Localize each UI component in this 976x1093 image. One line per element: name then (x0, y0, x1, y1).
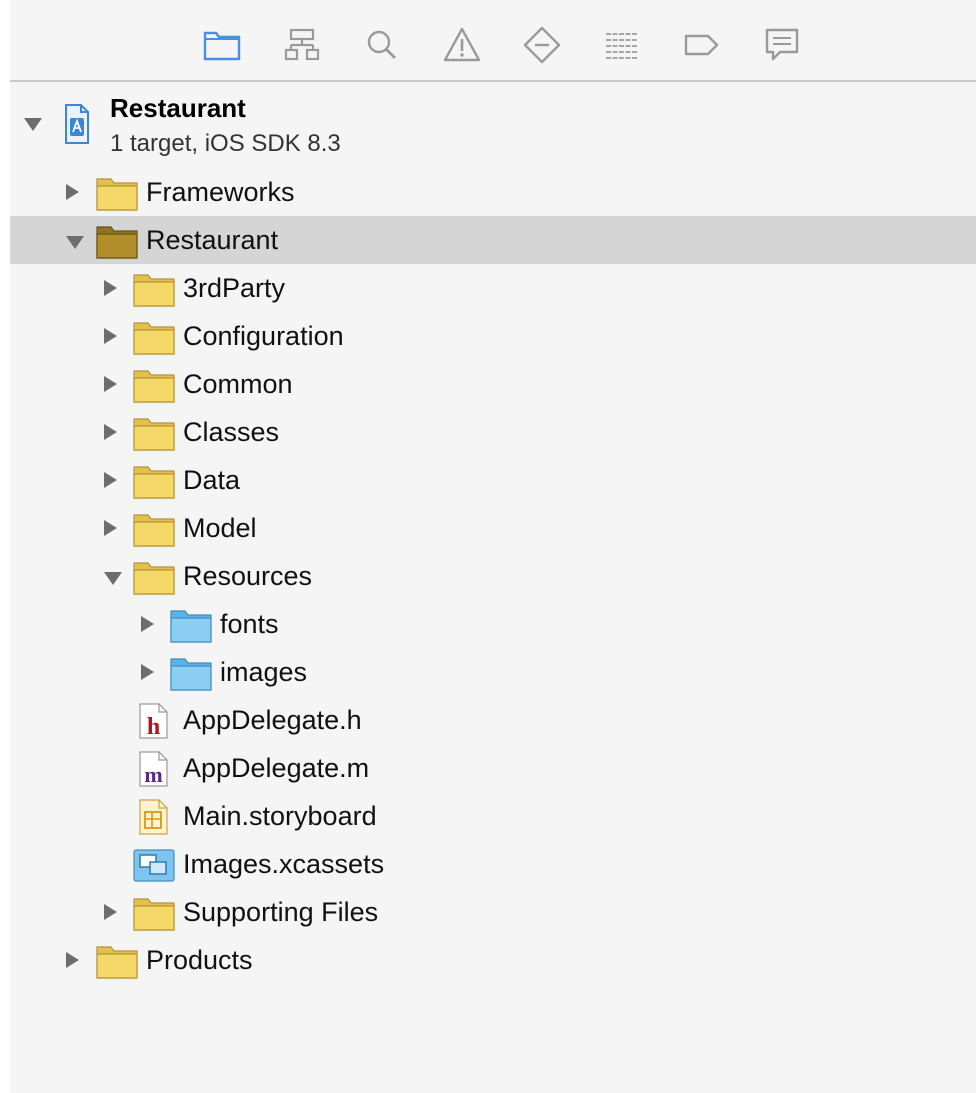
disclosure-closed-icon[interactable] (104, 424, 117, 440)
disclosure-closed-icon[interactable] (104, 280, 117, 296)
tree-row-images-xcassets[interactable]: Images.xcassets (10, 840, 976, 888)
tree-row-fonts[interactable]: fonts (10, 600, 976, 648)
svg-text:m: m (144, 762, 162, 787)
tree-item-label: Common (183, 369, 293, 399)
tree-row-model[interactable]: Model (10, 504, 976, 552)
issue-navigator-button[interactable] (440, 25, 484, 65)
test-navigator-button[interactable] (520, 25, 564, 65)
tree-item-label: 3rdParty (183, 273, 286, 303)
header-file-icon: h (133, 703, 175, 739)
folder-icon (203, 31, 241, 61)
yellow-folder-icon (133, 271, 175, 307)
disclosure-closed-icon[interactable] (141, 616, 154, 632)
xcode-project-icon (62, 102, 92, 146)
disclosure-closed-icon[interactable] (104, 376, 117, 392)
tree-item-label: Resources (183, 561, 313, 591)
yellow-folder-icon (133, 511, 175, 547)
yellow-folder-icon (133, 895, 175, 931)
tree-row-appdelegate-h[interactable]: h AppDelegate.h (10, 696, 976, 744)
disclosure-closed-icon[interactable] (66, 184, 79, 200)
tree-row-frameworks[interactable]: Frameworks (10, 168, 976, 216)
yellow-folder-icon (133, 463, 175, 499)
navigator-selector-bar (10, 0, 976, 82)
tree-item-label: Main.storyboard (183, 801, 377, 831)
disclosure-open-icon[interactable] (104, 572, 122, 585)
tree-item-label: Classes (183, 417, 280, 447)
tree-item-label: Data (183, 465, 241, 495)
yellow-folder-icon (96, 943, 138, 979)
tree-item-label: Images.xcassets (183, 849, 385, 879)
disclosure-closed-icon[interactable] (104, 472, 117, 488)
disclosure-closed-icon[interactable] (141, 664, 154, 680)
warning-icon (443, 27, 481, 62)
tree-row-supporting-files[interactable]: Supporting Files (10, 888, 976, 936)
disclosure-closed-icon[interactable] (66, 952, 79, 968)
tree-row-resources[interactable]: Resources (10, 552, 976, 600)
tree-item-label: Frameworks (146, 177, 295, 207)
tree-item-label: AppDelegate.h (183, 705, 362, 735)
gauge-lines-icon (606, 33, 638, 59)
breakpoint-tag-icon (684, 34, 719, 56)
implementation-file-icon: m (133, 751, 175, 787)
project-name: Restaurant (110, 93, 246, 123)
yellow-folder-icon (133, 319, 175, 355)
tree-row-main-storyboard[interactable]: Main.storyboard (10, 792, 976, 840)
tree-item-label: Configuration (183, 321, 344, 351)
tree-item-label: Restaurant (146, 225, 279, 255)
blue-folder-icon (170, 655, 212, 691)
report-navigator-button[interactable] (760, 25, 804, 65)
yellow-folder-icon (133, 415, 175, 451)
yellow-folder-icon (133, 559, 175, 595)
disclosure-triangle-icon[interactable] (24, 118, 42, 131)
tree-row-common[interactable]: Common (10, 360, 976, 408)
speech-bubble-icon (765, 28, 799, 61)
yellow-folder-icon (133, 367, 175, 403)
tree-row-data[interactable]: Data (10, 456, 976, 504)
disclosure-closed-icon[interactable] (104, 904, 117, 920)
blue-folder-icon (170, 607, 212, 643)
debug-navigator-button[interactable] (600, 25, 644, 65)
disclosure-closed-icon[interactable] (104, 328, 117, 344)
tree-item-label: Model (183, 513, 257, 543)
disclosure-open-icon[interactable] (66, 236, 84, 249)
project-navigator-panel: Restaurant 1 target, iOS SDK 8.3 Framewo… (10, 0, 976, 1093)
asset-catalog-icon (133, 847, 175, 883)
find-navigator-button[interactable] (360, 25, 404, 65)
disclosure-closed-icon[interactable] (104, 520, 117, 536)
tree-row-images[interactable]: images (10, 648, 976, 696)
symbol-navigator-button[interactable] (280, 25, 324, 65)
tree-row-restaurant[interactable]: Restaurant (10, 216, 976, 264)
yellow-folder-icon (96, 223, 138, 259)
breakpoint-navigator-button[interactable] (680, 25, 724, 65)
tree-item-label: images (220, 657, 308, 687)
svg-text:h: h (147, 714, 160, 739)
tree-item-label: fonts (220, 609, 279, 639)
diamond-minus-icon (523, 26, 561, 64)
hierarchy-icon (284, 28, 320, 61)
yellow-folder-icon (96, 175, 138, 211)
magnifier-icon (367, 30, 396, 59)
tree-row-products[interactable]: Products (10, 936, 976, 984)
storyboard-file-icon (133, 799, 175, 835)
tree-row-classes[interactable]: Classes (10, 408, 976, 456)
tree-row-configuration[interactable]: Configuration (10, 312, 976, 360)
project-row[interactable]: Restaurant 1 target, iOS SDK 8.3 (10, 82, 976, 168)
project-navigator-button[interactable] (200, 25, 244, 65)
tree-row-3rdparty[interactable]: 3rdParty (10, 264, 976, 312)
project-subtitle: 1 target, iOS SDK 8.3 (110, 130, 341, 157)
tree-row-appdelegate-m[interactable]: m AppDelegate.m (10, 744, 976, 792)
tree-item-label: Products (146, 945, 253, 975)
tree-item-label: AppDelegate.m (183, 753, 370, 783)
tree-item-label: Supporting Files (183, 897, 379, 927)
